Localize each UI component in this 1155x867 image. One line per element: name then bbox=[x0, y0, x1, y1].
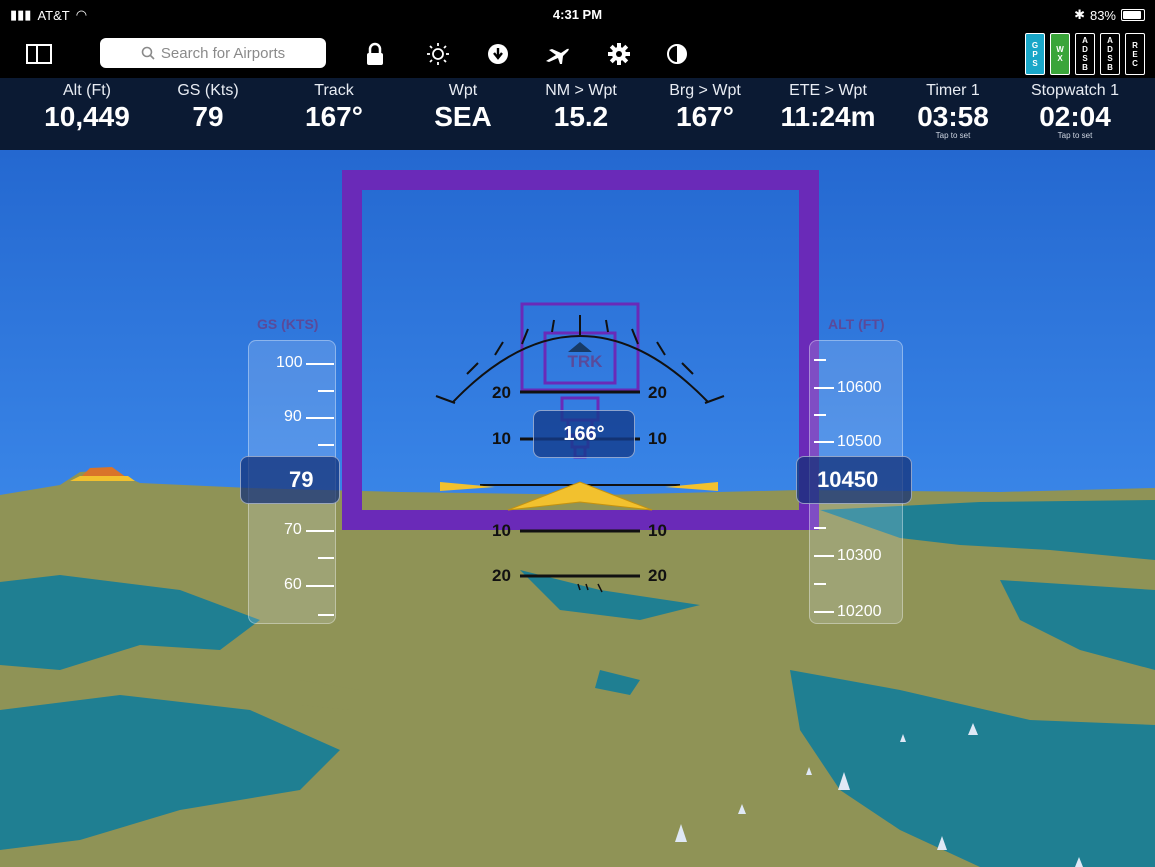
brightness-icon[interactable] bbox=[421, 38, 455, 70]
search-icon bbox=[141, 46, 155, 60]
pitch-label-up10-left: 10 bbox=[492, 429, 511, 448]
gs-tick-100: 100 bbox=[276, 354, 303, 371]
download-icon[interactable] bbox=[481, 38, 515, 70]
sidebar-icon[interactable] bbox=[22, 38, 56, 70]
groundspeed-cell[interactable]: GS (Kts) 79 bbox=[153, 82, 263, 133]
gps-badge[interactable]: GPS bbox=[1025, 33, 1045, 75]
right-wing-marker bbox=[665, 482, 718, 491]
instrument-data-bar: Alt (Ft) 10,449 GS (Kts) 79 Track 167° Wpt S… bbox=[0, 78, 1155, 150]
heading-pointer bbox=[568, 342, 592, 352]
pitch-label-down20-left: 20 bbox=[492, 566, 511, 585]
contrast-icon[interactable] bbox=[660, 38, 694, 70]
groundspeed-tape-title: GS (KTS) bbox=[257, 316, 319, 332]
airplane-icon[interactable] bbox=[540, 38, 574, 70]
heading-readout: 166° bbox=[533, 410, 635, 458]
gs-tick-90: 90 bbox=[284, 408, 302, 425]
lock-icon[interactable] bbox=[358, 38, 392, 70]
rec-badge[interactable]: REC bbox=[1125, 33, 1145, 75]
alt-tick-10300: 10300 bbox=[837, 547, 882, 564]
track-mode-label: TRK bbox=[567, 352, 603, 371]
pitch-label-up10-right: 10 bbox=[648, 429, 667, 448]
distance-to-waypoint-cell[interactable]: NM > Wpt 15.2 bbox=[526, 82, 636, 133]
altitude-readout: 10450 bbox=[796, 456, 912, 504]
battery-icon bbox=[1121, 9, 1145, 21]
gs-tick-60: 60 bbox=[284, 576, 302, 593]
pitch-label-up20-right: 20 bbox=[648, 383, 667, 402]
adsb-badge-1[interactable]: ADSB bbox=[1075, 33, 1095, 75]
alt-tick-10200: 10200 bbox=[837, 603, 882, 620]
pitch-label-down20-right: 20 bbox=[648, 566, 667, 585]
toolbar: Search for Airports GPS WX ADSB ADSB REC bbox=[0, 30, 1155, 78]
altitude-cell[interactable]: Alt (Ft) 10,449 bbox=[32, 82, 142, 133]
ete-to-waypoint-cell[interactable]: ETE > Wpt 11:24m bbox=[773, 82, 883, 133]
synthetic-vision-view[interactable]: TRK 166° 20 20 10 10 10 10 20 20 GS (KTS… bbox=[0, 150, 1155, 867]
gs-tick-70: 70 bbox=[284, 521, 302, 538]
status-right: ✱ 83% bbox=[1074, 7, 1145, 23]
adsb-badge-2[interactable]: ADSB bbox=[1100, 33, 1120, 75]
pitch-label-down10-right: 10 bbox=[648, 521, 667, 540]
groundspeed-readout: 79 bbox=[240, 456, 340, 504]
aircraft-symbol bbox=[507, 481, 653, 511]
left-wing-marker bbox=[440, 482, 495, 491]
altitude-tape-title: ALT (FT) bbox=[828, 316, 885, 332]
bluetooth-icon: ✱ bbox=[1074, 7, 1085, 22]
hud-overlay bbox=[342, 170, 819, 593]
alt-tick-10600: 10600 bbox=[837, 379, 882, 396]
track-cell[interactable]: Track 167° bbox=[279, 82, 389, 133]
search-placeholder: Search for Airports bbox=[160, 44, 286, 62]
bearing-to-waypoint-cell[interactable]: Brg > Wpt 167° bbox=[650, 82, 760, 133]
waypoint-cell[interactable]: Wpt SEA bbox=[408, 82, 518, 133]
timer-cell[interactable]: Timer 1 03:58 Tap to set bbox=[898, 82, 1008, 140]
search-input[interactable]: Search for Airports bbox=[100, 38, 326, 68]
gear-icon[interactable] bbox=[602, 38, 636, 70]
stopwatch-cell[interactable]: Stopwatch 1 02:04 Tap to set bbox=[1020, 82, 1130, 140]
battery-percent: 83% bbox=[1089, 7, 1116, 23]
status-bar: ▮▮▮ AT&T ◠ 4:31 PM ✱ 83% bbox=[0, 0, 1155, 30]
pitch-label-up20-left: 20 bbox=[492, 383, 511, 402]
wx-badge[interactable]: WX bbox=[1050, 33, 1070, 75]
pitch-label-down10-left: 10 bbox=[492, 521, 511, 540]
alt-tick-10500: 10500 bbox=[837, 433, 882, 450]
status-time: 4:31 PM bbox=[552, 7, 603, 22]
status-badges: GPS WX ADSB ADSB REC bbox=[1025, 33, 1145, 75]
